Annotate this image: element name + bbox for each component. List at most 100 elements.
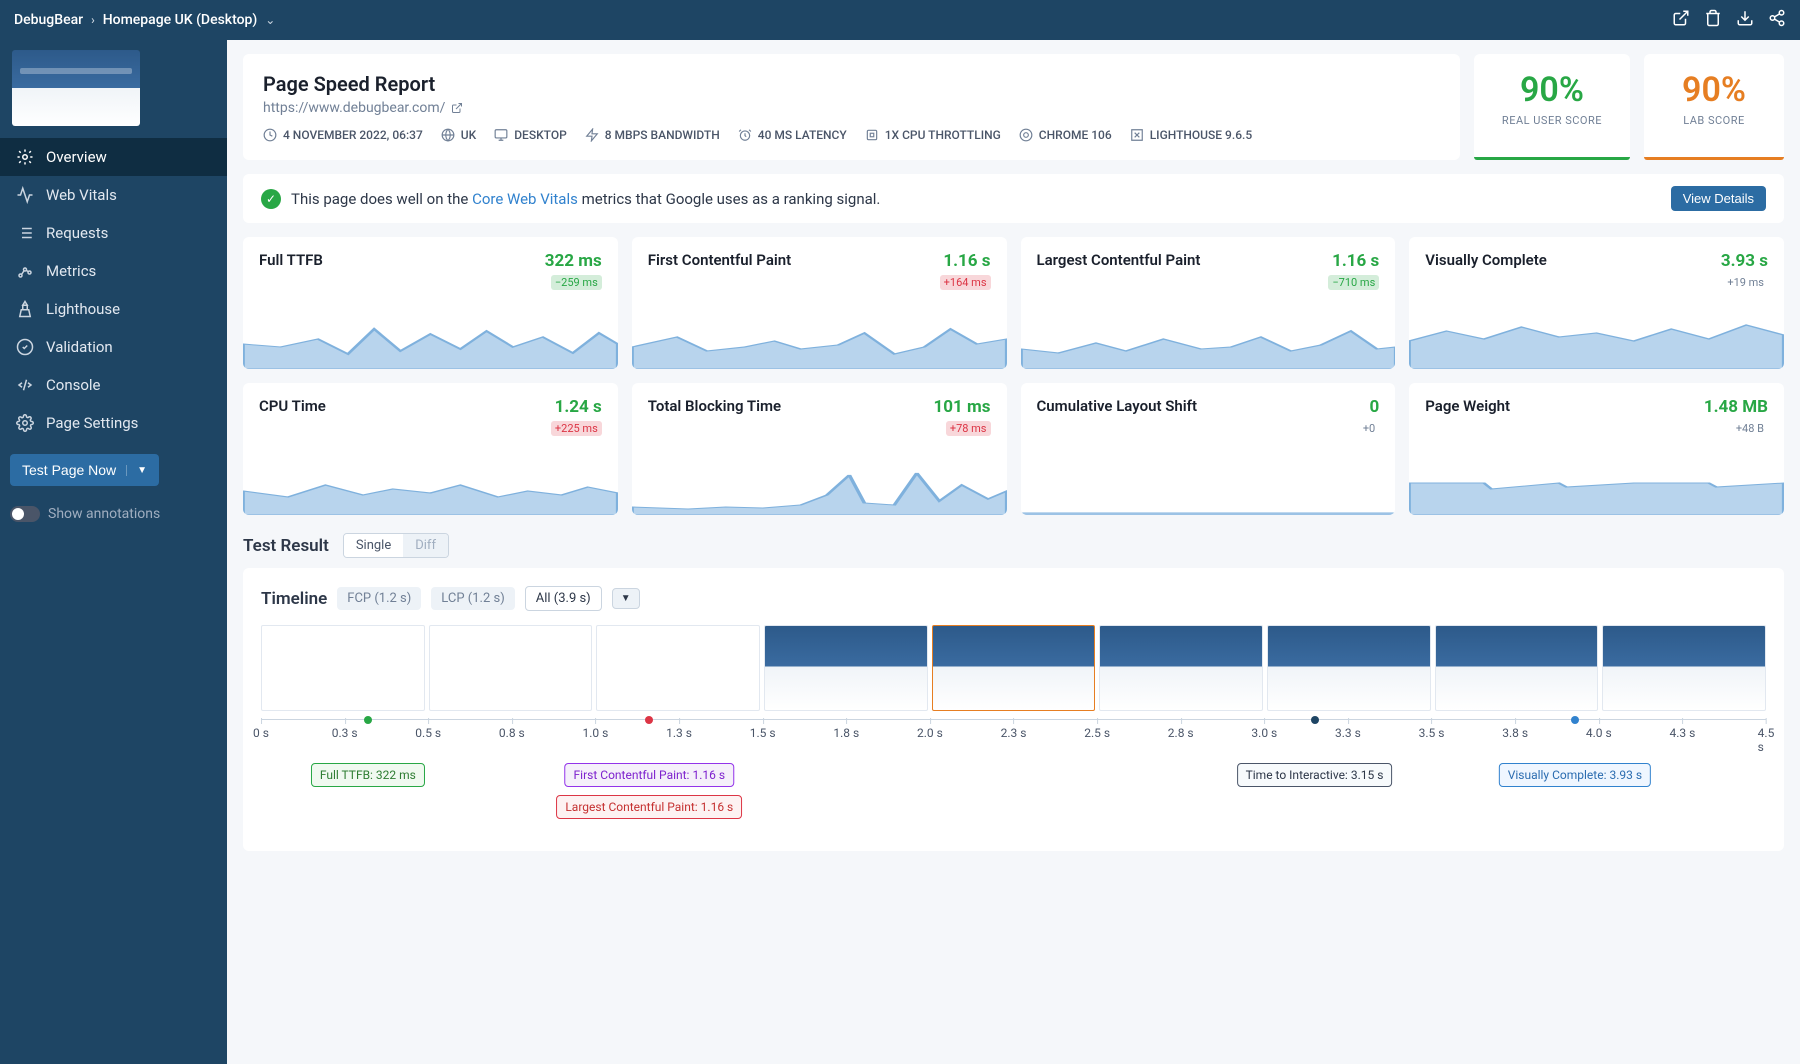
breadcrumb[interactable]: DebugBear › Homepage UK (Desktop) ⌄ — [14, 12, 275, 28]
sidebar-item-label: Web Vitals — [46, 186, 117, 204]
metric-name: Full TTFB — [259, 251, 323, 269]
test-result-title: Test Result — [243, 536, 329, 556]
sidebar-item-validation[interactable]: Validation — [0, 328, 227, 366]
open-external-icon[interactable] — [1672, 9, 1690, 31]
chevron-down-icon[interactable]: ⌄ — [265, 13, 275, 27]
event-fcp[interactable]: First Contentful Paint: 1.16 s — [565, 763, 734, 787]
single-tab[interactable]: Single — [344, 534, 403, 557]
metric-delta: +164 ms — [940, 275, 991, 290]
chevron-down-icon[interactable]: ▼ — [126, 465, 147, 476]
meta-latency: 40 MS LATENCY — [738, 128, 847, 142]
trash-icon[interactable] — [1704, 9, 1722, 31]
timeline-tab-lcp[interactable]: LCP (1.2 s) — [431, 587, 514, 610]
metric-card-visually-complete[interactable]: Visually Complete 3.93 s +19 ms — [1409, 237, 1784, 369]
sidebar-item-label: Overview — [46, 148, 107, 166]
lab-score-card[interactable]: 90% LAB SCORE — [1644, 54, 1784, 160]
sidebar-item-label: Validation — [46, 338, 113, 356]
sparkline — [1021, 455, 1396, 515]
metric-card-first-contentful-paint[interactable]: First Contentful Paint 1.16 s +164 ms — [632, 237, 1007, 369]
metric-value: 1.48 MB — [1704, 397, 1768, 417]
real-user-score-card[interactable]: 90% REAL USER SCORE — [1474, 54, 1630, 160]
metric-delta: −259 ms — [551, 275, 602, 290]
axis-tick: 0.5 s — [415, 726, 441, 740]
diff-tab[interactable]: Diff — [403, 534, 448, 557]
share-icon[interactable] — [1768, 9, 1786, 31]
filmstrip-frame[interactable] — [1602, 625, 1766, 711]
filmstrip-frame[interactable] — [1099, 625, 1263, 711]
vitals-text: This page does well on the Core Web Vita… — [291, 190, 880, 208]
filmstrip-frame[interactable] — [429, 625, 593, 711]
event-ttfb[interactable]: Full TTFB: 322 ms — [311, 763, 425, 787]
toggle-label: Show annotations — [48, 506, 160, 522]
metric-name: Cumulative Layout Shift — [1037, 397, 1198, 415]
score-label: REAL USER SCORE — [1502, 114, 1602, 127]
event-tti[interactable]: Time to Interactive: 3.15 s — [1237, 763, 1393, 787]
open-external-icon[interactable] — [451, 102, 463, 114]
meta-chrome: CHROME 106 — [1019, 128, 1112, 142]
report-url[interactable]: https://www.debugbear.com/ — [263, 100, 1440, 116]
filmstrip-frame[interactable] — [764, 625, 928, 711]
sparkline — [243, 309, 618, 369]
score-label: LAB SCORE — [1672, 114, 1756, 127]
filmstrip-frame[interactable] — [1267, 625, 1431, 711]
axis-tick: 1.5 s — [750, 726, 776, 740]
axis-tick: 4.0 s — [1586, 726, 1612, 740]
metric-card-page-weight[interactable]: Page Weight 1.48 MB +48 B — [1409, 383, 1784, 515]
meta-lighthouse: LIGHTHOUSE 9.6.5 — [1130, 128, 1253, 142]
marker-ttfb — [364, 716, 372, 724]
nav-icon — [16, 224, 34, 242]
metric-delta: +19 ms — [1723, 275, 1768, 290]
filmstrip — [261, 625, 1766, 711]
sidebar-item-lighthouse[interactable]: Lighthouse — [0, 290, 227, 328]
meta-cpu: 1X CPU THROTTLING — [865, 128, 1001, 142]
nav-icon — [16, 186, 34, 204]
axis-tick: 3.5 s — [1419, 726, 1445, 740]
test-page-now-button[interactable]: Test Page Now ▼ — [10, 454, 159, 486]
view-details-button[interactable]: View Details — [1671, 186, 1766, 211]
metric-value: 101 ms — [934, 397, 991, 417]
filmstrip-frame[interactable] — [1435, 625, 1599, 711]
sidebar-item-console[interactable]: Console — [0, 366, 227, 404]
sidebar-item-web-vitals[interactable]: Web Vitals — [0, 176, 227, 214]
sidebar-item-page-settings[interactable]: Page Settings — [0, 404, 227, 442]
sidebar-item-label: Lighthouse — [46, 300, 120, 318]
filmstrip-frame[interactable] — [261, 625, 425, 711]
sidebar-item-overview[interactable]: Overview — [0, 138, 227, 176]
page-thumbnail[interactable] — [12, 50, 140, 126]
metric-name: Total Blocking Time — [648, 397, 781, 415]
sparkline — [243, 455, 618, 515]
timeline-tab-fcp[interactable]: FCP (1.2 s) — [337, 587, 421, 610]
result-mode-toggle[interactable]: Single Diff — [343, 533, 449, 558]
timeline-dropdown[interactable]: ▼ — [612, 588, 640, 609]
sidebar-item-metrics[interactable]: Metrics — [0, 252, 227, 290]
axis-tick: 2.0 s — [917, 726, 943, 740]
marker-vc — [1571, 716, 1579, 724]
metric-value: 1.16 s — [940, 251, 991, 271]
toggle-switch[interactable] — [10, 506, 40, 522]
meta-region: UK — [441, 128, 476, 142]
report-header-card: Page Speed Report https://www.debugbear.… — [243, 54, 1460, 160]
metric-card-total-blocking-time[interactable]: Total Blocking Time 101 ms +78 ms — [632, 383, 1007, 515]
metric-delta: +225 ms — [551, 421, 602, 436]
event-vc[interactable]: Visually Complete: 3.93 s — [1499, 763, 1651, 787]
show-annotations-toggle[interactable]: Show annotations — [0, 498, 227, 530]
sidebar-item-requests[interactable]: Requests — [0, 214, 227, 252]
filmstrip-frame-lcp[interactable] — [932, 625, 1096, 711]
marker-tti — [1311, 716, 1319, 724]
event-lcp[interactable]: Largest Contentful Paint: 1.16 s — [556, 795, 742, 819]
metric-card-largest-contentful-paint[interactable]: Largest Contentful Paint 1.16 s −710 ms — [1021, 237, 1396, 369]
axis-tick: 1.0 s — [583, 726, 609, 740]
sparkline — [1021, 309, 1396, 369]
filmstrip-frame[interactable] — [596, 625, 760, 711]
axis-tick: 0.8 s — [499, 726, 525, 740]
download-icon[interactable] — [1736, 9, 1754, 31]
metric-card-full-ttfb[interactable]: Full TTFB 322 ms −259 ms — [243, 237, 618, 369]
timeline-tab-all[interactable]: All (3.9 s) — [525, 586, 602, 611]
axis-tick: 3.0 s — [1251, 726, 1277, 740]
core-web-vitals-link[interactable]: Core Web Vitals — [472, 190, 578, 208]
axis-tick: 3.3 s — [1335, 726, 1361, 740]
metric-card-cpu-time[interactable]: CPU Time 1.24 s +225 ms — [243, 383, 618, 515]
metric-card-cumulative-layout-shift[interactable]: Cumulative Layout Shift 0 +0 — [1021, 383, 1396, 515]
axis-tick: 4.5 s — [1758, 726, 1775, 754]
timeline-axis: 0 s0.3 s0.5 s0.8 s1.0 s1.3 s1.5 s1.8 s2.… — [261, 719, 1766, 759]
